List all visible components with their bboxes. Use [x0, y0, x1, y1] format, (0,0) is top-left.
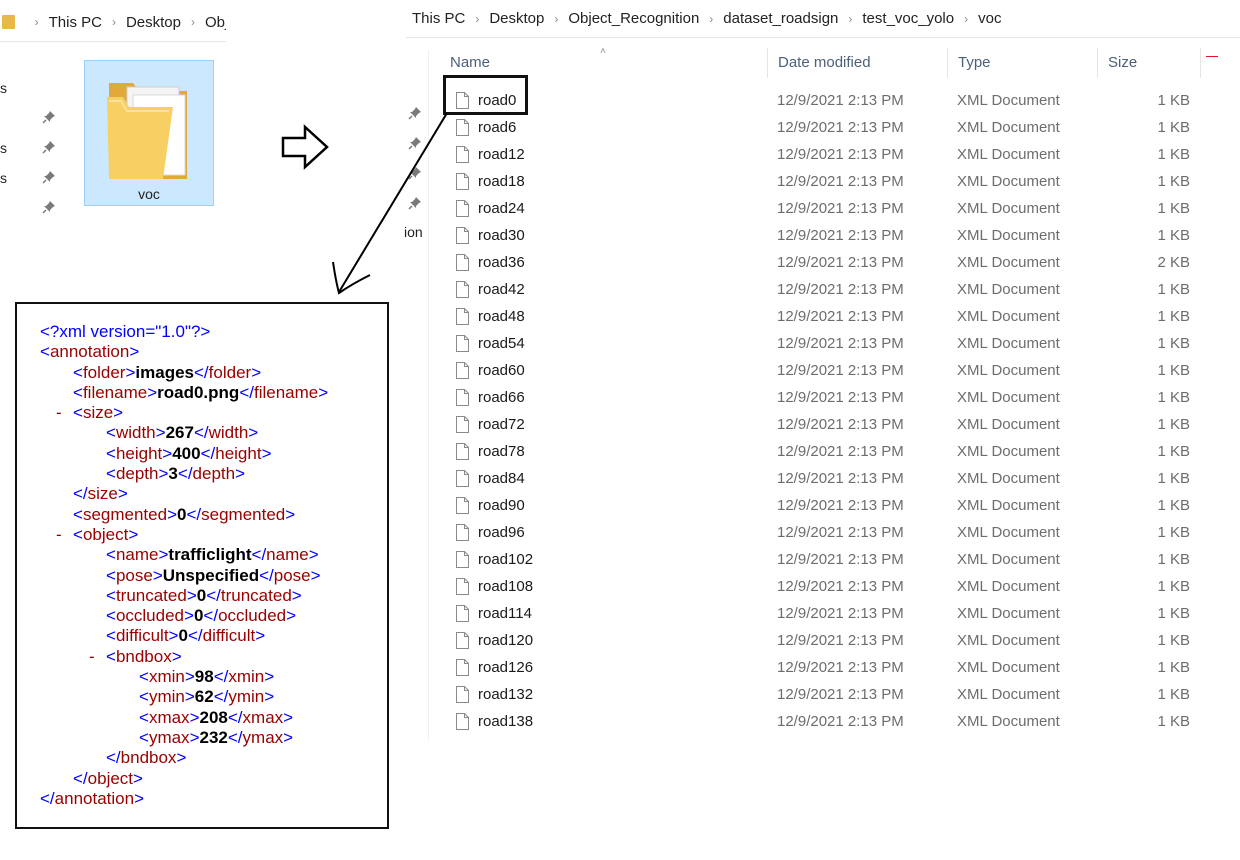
- xml-declaration-line: <?xml version="1.0"?>: [17, 322, 387, 342]
- xml-open-tag: xmax: [148, 707, 190, 727]
- xml-open-tag: pose: [115, 565, 153, 585]
- xml-close-tag: object: [87, 768, 134, 788]
- xml-value: 232: [199, 727, 228, 747]
- xml-line: </object>: [73, 768, 143, 788]
- xml-line: <difficult>0</difficult>: [106, 626, 266, 646]
- xml-open-tag: bndbox: [115, 646, 172, 666]
- collapse-toggle[interactable]: -: [56, 403, 62, 423]
- xml-close-tag: xmin: [228, 667, 265, 687]
- xml-value: images: [135, 362, 194, 382]
- xml-close-tag: bndbox: [120, 748, 177, 768]
- xml-close-tag: depth: [192, 464, 236, 484]
- xml-line: </size>: [73, 484, 128, 504]
- xml-value: Unspecified: [162, 565, 260, 585]
- xml-line: <truncated>0</truncated>: [106, 585, 302, 605]
- xml-line: <height>400</height>: [106, 443, 272, 463]
- xml-close-tag: size: [87, 484, 118, 504]
- xml-open-tag: truncated: [115, 585, 187, 605]
- xml-close-tag: name: [266, 545, 309, 565]
- xml-line: - <object>: [56, 524, 139, 545]
- xml-line: <xmax>208</xmax>: [139, 707, 294, 727]
- xml-open-tag: filename: [82, 382, 148, 402]
- xml-value: 98: [194, 667, 214, 687]
- xml-value: road0.png: [157, 382, 240, 402]
- xml-line: <depth>3</depth>: [106, 464, 246, 484]
- xml-value: 267: [165, 423, 194, 443]
- xml-value: 0: [196, 585, 207, 605]
- xml-open-tag: folder: [82, 362, 126, 382]
- xml-line: </bndbox>: [106, 748, 187, 768]
- xml-line: <width>267</width>: [106, 423, 259, 443]
- xml-value: 400: [172, 443, 201, 463]
- xml-line: </annotation>: [40, 788, 144, 808]
- xml-line: <ymin>62</ymin>: [139, 687, 275, 707]
- xml-line: - <size>: [56, 403, 124, 423]
- xml-close-tag: segmented: [201, 504, 286, 524]
- xml-open-tag: size: [82, 403, 114, 423]
- xml-open-tag: ymax: [148, 727, 190, 747]
- xml-close-tag: filename: [253, 382, 319, 402]
- xml-line: <filename>road0.png</filename>: [73, 382, 329, 402]
- xml-line: <pose>Unspecified</pose>: [106, 565, 321, 585]
- xml-close-tag: truncated: [220, 585, 292, 605]
- xml-open-tag: difficult: [115, 626, 169, 646]
- xml-open-tag: annotation: [49, 342, 130, 362]
- xml-close-tag: xmax: [242, 707, 284, 727]
- xml-value: trafficlight: [168, 545, 252, 565]
- xml-open-tag: depth: [115, 464, 159, 484]
- xml-close-tag: height: [215, 443, 262, 463]
- xml-open-tag: segmented: [82, 504, 168, 524]
- xml-open-tag: width: [115, 423, 156, 443]
- xml-line: <ymax>232</ymax>: [139, 727, 294, 747]
- xml-annotation-preview: <?xml version="1.0"?> <annotation> <folder…: [15, 302, 389, 829]
- xml-close-tag: folder: [208, 362, 252, 382]
- xml-line: <segmented>0</segmented>: [73, 504, 296, 524]
- xml-value: 208: [199, 707, 228, 727]
- xml-close-tag: pose: [273, 565, 311, 585]
- xml-line: <occluded>0</occluded>: [106, 606, 297, 626]
- xml-close-tag: width: [208, 423, 249, 443]
- collapse-toggle[interactable]: -: [56, 525, 62, 545]
- xml-close-tag: difficult: [202, 626, 256, 646]
- xml-line: <annotation>: [40, 342, 140, 362]
- xml-open-tag: name: [115, 545, 159, 565]
- xml-open-tag: object: [82, 524, 129, 544]
- xml-line: <folder>images</folder>: [73, 362, 262, 382]
- xml-close-tag: ymin: [228, 687, 265, 707]
- xml-value: 62: [194, 687, 214, 707]
- xml-line: <name>trafficlight</name>: [106, 545, 319, 565]
- xml-line: - <bndbox>: [89, 646, 182, 667]
- xml-value: 3: [168, 464, 178, 484]
- xml-lines: <?xml version="1.0"?> <annotation> <folder…: [17, 322, 387, 809]
- xml-declaration: <?xml version="1.0"?>: [40, 322, 211, 341]
- xml-close-tag: occluded: [218, 606, 287, 626]
- xml-line: <xmin>98</xmin>: [139, 667, 275, 687]
- xml-open-tag: height: [115, 443, 163, 463]
- xml-value: 0: [193, 606, 204, 626]
- xml-close-tag: ymax: [242, 727, 284, 747]
- xml-value: 0: [178, 626, 188, 646]
- xml-open-tag: occluded: [115, 606, 184, 626]
- xml-close-tag: annotation: [54, 788, 135, 808]
- xml-open-tag: ymin: [148, 687, 185, 707]
- xml-open-tag: xmin: [148, 667, 185, 687]
- collapse-toggle[interactable]: -: [89, 647, 95, 667]
